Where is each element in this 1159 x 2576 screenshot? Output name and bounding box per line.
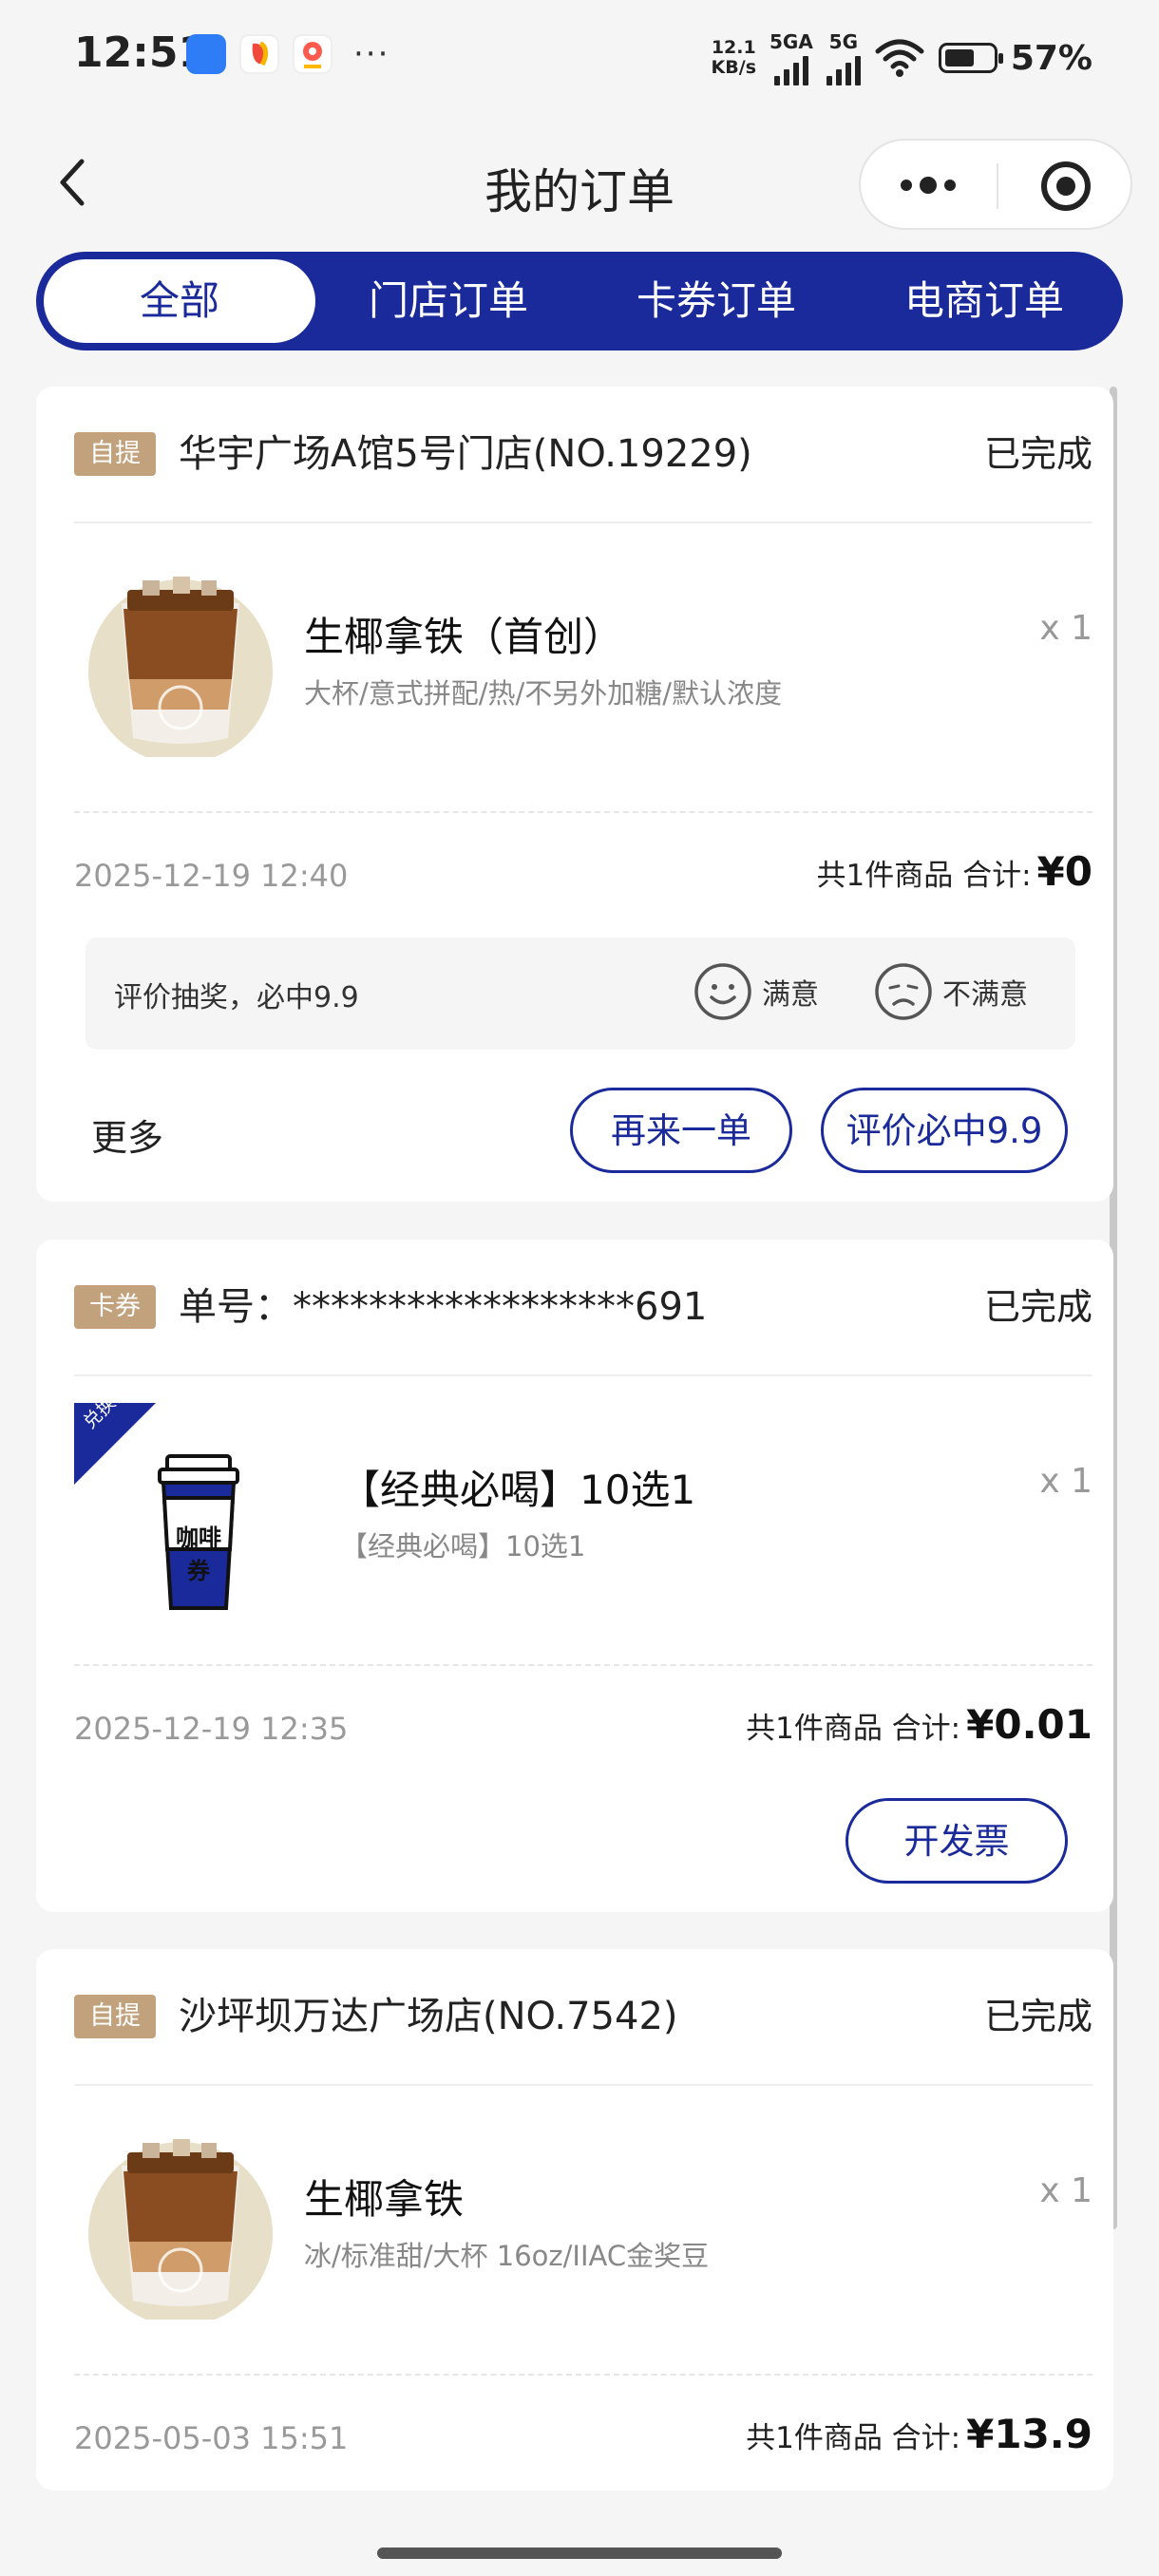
coconut-latte-product-image bbox=[88, 577, 273, 757]
home-indicator[interactable] bbox=[377, 2548, 782, 2559]
sad-face-icon bbox=[875, 963, 932, 1020]
divider bbox=[74, 2084, 1092, 2086]
signal-bars-icon bbox=[773, 53, 808, 85]
tab-all[interactable]: 全部 bbox=[44, 259, 315, 343]
unsatisfied-label: 不满意 bbox=[942, 978, 1028, 1012]
network-type-label: 5GA bbox=[770, 30, 813, 53]
rating-prompt: 评价抽奖，必中9.9 bbox=[114, 981, 359, 1014]
divider bbox=[74, 1374, 1092, 1376]
signal-bars-icon bbox=[826, 53, 861, 85]
total-label: 共1件商品 合计: bbox=[746, 1712, 961, 1746]
signal-5ga: 5GA bbox=[770, 30, 813, 85]
network-type-label: 5G bbox=[828, 30, 858, 53]
tab-coupon-orders[interactable]: 卡券订单 bbox=[585, 259, 847, 343]
tab-ecommerce-orders[interactable]: 电商订单 bbox=[853, 259, 1115, 343]
invoice-button[interactable]: 开发票 bbox=[846, 1798, 1068, 1884]
satisfied-label: 满意 bbox=[762, 978, 819, 1012]
product-spec: 大杯/意式拼配/热/不另外加糖/默认浓度 bbox=[304, 677, 783, 710]
capsule-divider bbox=[997, 163, 998, 209]
order-status: 已完成 bbox=[983, 433, 1092, 475]
order-type-tag: 自提 bbox=[74, 1995, 156, 2038]
order-type-tag: 自提 bbox=[74, 432, 156, 476]
speed-value: 12.1 bbox=[711, 37, 756, 58]
total-price: ¥13.9 bbox=[966, 2411, 1092, 2457]
app-notification-icon bbox=[239, 34, 279, 74]
product-name: 生椰拿铁 bbox=[304, 2176, 465, 2223]
divider bbox=[74, 521, 1092, 523]
order-status: 已完成 bbox=[983, 1286, 1092, 1328]
order-type-tag: 卡券 bbox=[74, 1285, 156, 1329]
total-price: ¥0 bbox=[1036, 848, 1092, 895]
order-header: 自提 华宇广场A馆5号门店(NO.19229) 已完成 bbox=[74, 426, 1092, 483]
speed-unit: KB/s bbox=[711, 57, 757, 78]
order-header: 卡券 单号：******************691 已完成 bbox=[74, 1279, 1092, 1336]
order-card[interactable]: 卡券 单号：******************691 已完成 兑换券 咖啡券 … bbox=[36, 1240, 1113, 1912]
order-tabs: 全部 门店订单 卡券订单 电商订单 bbox=[36, 252, 1123, 350]
signal-5g: 5G bbox=[826, 30, 861, 85]
app-notification-icon bbox=[293, 34, 332, 74]
more-link[interactable]: 更多 bbox=[91, 1108, 163, 1161]
battery-icon bbox=[938, 43, 1003, 73]
order-card[interactable]: 自提 沙坪坝万达广场店(NO.7542) 已完成 生椰拿铁 冰/标准甜/大杯 1… bbox=[36, 1949, 1113, 2491]
order-total: 共1件商品 合计: ¥13.9 bbox=[746, 2411, 1092, 2457]
product-quantity: x 1 bbox=[1039, 1462, 1092, 1501]
smile-face-icon bbox=[694, 963, 751, 1020]
product-name: 生椰拿铁（首创） bbox=[304, 614, 624, 660]
rating-panel: 评价抽奖，必中9.9 满意 不满意 bbox=[86, 938, 1075, 1050]
network-speed: 12.1 KB/s bbox=[712, 38, 756, 78]
product-spec: 【经典必喝】10选1 bbox=[340, 1530, 586, 1563]
store-name[interactable]: 华宇广场A馆5号门店(NO.19229) bbox=[179, 426, 752, 482]
order-total: 共1件商品 合计: ¥0.01 bbox=[746, 1701, 1092, 1748]
more-notifications-icon: ··· bbox=[353, 35, 390, 73]
tab-store-orders[interactable]: 门店订单 bbox=[317, 259, 580, 343]
wifi-icon bbox=[875, 39, 924, 77]
divider bbox=[74, 811, 1092, 813]
product-spec: 冰/标准甜/大杯 16oz/IIAC金奖豆 bbox=[304, 2240, 710, 2272]
order-header: 自提 沙坪坝万达广场店(NO.7542) 已完成 bbox=[74, 1989, 1092, 2046]
total-label: 共1件商品 合计: bbox=[816, 859, 1032, 893]
total-price: ¥0.01 bbox=[966, 1701, 1092, 1748]
coconut-latte-product-image bbox=[88, 2139, 273, 2320]
order-date: 2025-12-19 12:35 bbox=[74, 1711, 349, 1747]
product-name: 【经典必喝】10选1 bbox=[340, 1467, 696, 1513]
nav-bar: 我的订单 bbox=[0, 133, 1159, 233]
divider bbox=[74, 1664, 1092, 1666]
status-bar: 12:51 ··· 12.1 KB/s 5GA 5G 57% bbox=[0, 0, 1159, 114]
more-options-icon[interactable] bbox=[901, 177, 956, 194]
order-status: 已完成 bbox=[983, 1996, 1092, 2037]
app-notification-icon bbox=[186, 34, 226, 74]
reorder-button[interactable]: 再来一单 bbox=[570, 1088, 792, 1173]
miniapp-capsule bbox=[859, 139, 1132, 230]
review-button[interactable]: 评价必中9.9 bbox=[821, 1088, 1068, 1173]
store-name[interactable]: 沙坪坝万达广场店(NO.7542) bbox=[179, 1989, 678, 2044]
product-quantity: x 1 bbox=[1039, 609, 1092, 648]
order-number: 单号：******************691 bbox=[179, 1285, 708, 1329]
coupon-cup-label: 咖啡券 bbox=[176, 1525, 221, 1584]
order-date: 2025-12-19 12:40 bbox=[74, 858, 349, 894]
order-card[interactable]: 自提 华宇广场A馆5号门店(NO.19229) 已完成 生椰拿铁（首创） 大杯/… bbox=[36, 387, 1113, 1202]
total-label: 共1件商品 合计: bbox=[746, 2421, 961, 2455]
status-app-icons: ··· bbox=[186, 34, 390, 74]
unsatisfied-option[interactable]: 不满意 bbox=[874, 962, 1028, 1021]
divider bbox=[74, 2374, 1092, 2376]
order-date: 2025-05-03 15:51 bbox=[74, 2420, 349, 2456]
product-quantity: x 1 bbox=[1039, 2171, 1092, 2210]
order-total: 共1件商品 合计: ¥0 bbox=[817, 848, 1092, 895]
battery-percentage: 57% bbox=[1010, 38, 1092, 78]
close-miniapp-icon[interactable] bbox=[1041, 161, 1091, 211]
satisfied-option[interactable]: 满意 bbox=[694, 962, 819, 1021]
